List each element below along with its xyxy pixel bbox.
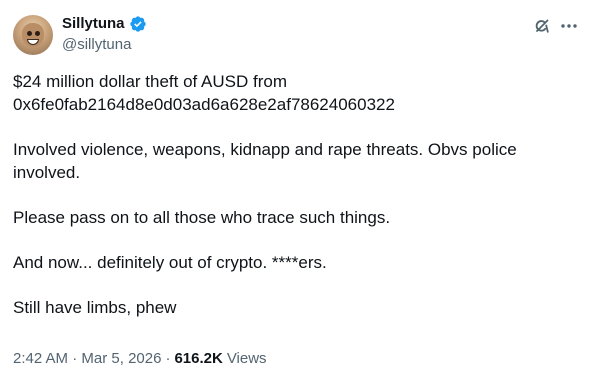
- avatar-eye-left: [27, 31, 32, 36]
- tweet-paragraph: Still have limbs, phew: [13, 298, 177, 317]
- tweet-body: $24 million dollar theft of AUSD from 0x…: [13, 70, 578, 319]
- meta-separator: ·: [165, 350, 171, 367]
- author-handle[interactable]: @sillytuna: [62, 36, 131, 54]
- grok-icon[interactable]: [532, 16, 552, 36]
- tweet-timestamp[interactable]: 2:42 AM · Mar 5, 2026: [13, 349, 161, 369]
- tweet-time: 2:42 AM: [13, 350, 69, 367]
- more-options-icon[interactable]: [559, 16, 579, 36]
- tweet-paragraph: Involved violence, weapons, kidnapp and …: [13, 140, 517, 182]
- avatar[interactable]: [13, 15, 53, 55]
- tweet-paragraph: And now... definitely out of crypto. ***…: [13, 253, 327, 272]
- views-count: 616.2K: [174, 350, 223, 367]
- tweet-card: Sillytuna @sillytuna $24 million dollar …: [0, 0, 591, 387]
- tweet-date: Mar 5, 2026: [81, 350, 162, 367]
- tweet-paragraph: Please pass on to all those who trace su…: [13, 208, 391, 227]
- views-label: Views: [226, 350, 267, 367]
- avatar-eye-right: [35, 31, 40, 36]
- tweet-metadata: 2:42 AM · Mar 5, 2026 · 616.2K Views: [13, 349, 267, 369]
- tweet-paragraph: $24 million dollar theft of AUSD from 0x…: [13, 72, 395, 114]
- meta-separator: ·: [72, 350, 78, 367]
- author-display-name[interactable]: Sillytuna: [62, 14, 125, 34]
- verified-badge-icon: [129, 15, 147, 33]
- author-name-row: Sillytuna: [62, 14, 147, 34]
